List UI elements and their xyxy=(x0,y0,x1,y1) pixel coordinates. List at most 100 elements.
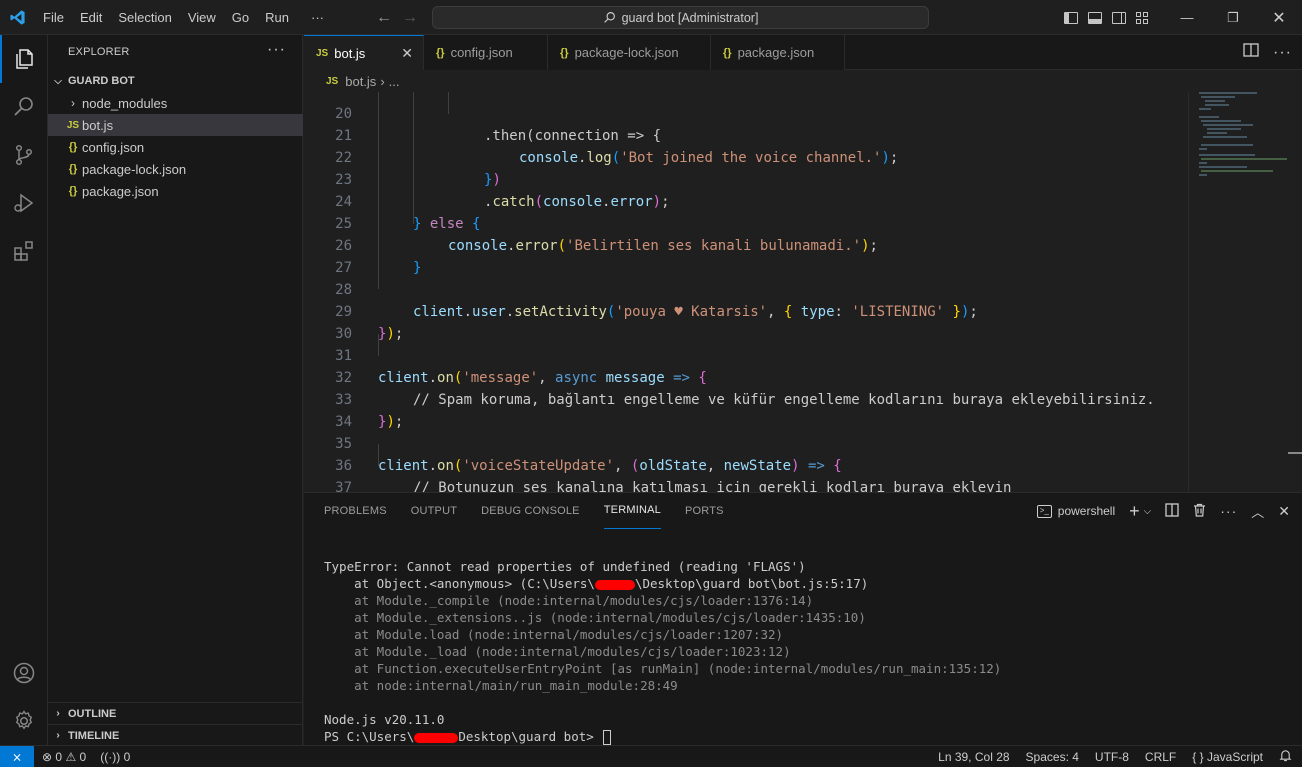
more-actions-icon[interactable]: ··· xyxy=(1220,503,1237,519)
warning-icon: ⚠ xyxy=(65,750,77,764)
tab-ports[interactable]: PORTS xyxy=(685,493,724,529)
code-line: 24 } else { xyxy=(335,194,481,232)
search-activity-icon[interactable] xyxy=(0,83,48,131)
json-file-icon: {} xyxy=(68,163,78,175)
code-line: 26 } xyxy=(335,238,422,276)
split-editor-icon[interactable] xyxy=(1243,43,1259,62)
search-icon xyxy=(603,12,615,23)
breadcrumb-separator-icon: › xyxy=(380,73,385,89)
code-line: 31 client.on('message', async message =>… xyxy=(335,348,707,386)
cursor-position[interactable]: Ln 39, Col 28 xyxy=(938,750,1009,764)
remote-indicator-icon[interactable]: ⨯ xyxy=(0,746,34,767)
encoding[interactable]: UTF-8 xyxy=(1095,750,1129,764)
tree-item-label: config.json xyxy=(82,139,145,155)
terminal-prompt[interactable]: PS C:\Users\ Desktop\guard bot> xyxy=(324,728,612,745)
terminal-line: TypeError: Cannot read properties of und… xyxy=(324,559,806,574)
json-file-icon: {} xyxy=(436,46,445,59)
toggle-primary-sidebar-icon[interactable] xyxy=(1064,11,1078,24)
forward-arrow-icon[interactable]: → xyxy=(402,9,418,27)
customize-layout-icon[interactable] xyxy=(1136,11,1150,24)
chevron-right-icon: › xyxy=(71,96,75,110)
tree-item-bot-js[interactable]: JS bot.js xyxy=(48,114,303,136)
source-control-icon[interactable] xyxy=(0,131,48,179)
menu-view[interactable]: View xyxy=(180,0,224,35)
scrollbar-thumb[interactable] xyxy=(1288,452,1302,454)
close-panel-icon[interactable]: ✕ xyxy=(1278,503,1290,520)
menu-file[interactable]: File xyxy=(35,0,72,35)
terminal-line: at Module._extensions..js (node:internal… xyxy=(324,610,866,625)
back-arrow-icon[interactable]: ← xyxy=(376,9,392,27)
activity-bar xyxy=(0,35,48,745)
toggle-secondary-sidebar-icon[interactable] xyxy=(1112,11,1126,24)
tab-debug-console[interactable]: DEBUG CONSOLE xyxy=(481,493,580,529)
menu-go[interactable]: Go xyxy=(224,0,257,35)
tree-item-node-modules[interactable]: › node_modules xyxy=(48,92,303,114)
json-file-icon: {} xyxy=(68,185,78,197)
breadcrumb-rest[interactable]: ... xyxy=(389,74,400,89)
tab-package-json[interactable]: {} package.json xyxy=(711,35,845,70)
braces-icon: { } xyxy=(1192,750,1204,764)
status-left: ⊗ 0 ⚠ 0 ((·)) 0 xyxy=(42,746,130,767)
workspace-folder[interactable]: ⌵ GUARD BOT xyxy=(48,70,302,92)
js-file-icon: JS xyxy=(66,119,80,131)
terminal-line: at Module._compile (node:internal/module… xyxy=(324,593,814,608)
tab-package-lock-json[interactable]: {} package-lock.json xyxy=(548,35,711,70)
menu-more[interactable]: ··· xyxy=(297,0,332,35)
code-line: 36 // Botunuzun ses kanalına katılması i… xyxy=(335,458,1012,492)
trash-icon[interactable] xyxy=(1193,503,1206,520)
settings-gear-icon[interactable] xyxy=(0,697,48,745)
tab-terminal[interactable]: TERMINAL xyxy=(603,493,661,529)
tab-label: package-lock.json xyxy=(574,45,679,60)
menu-run[interactable]: Run xyxy=(257,0,297,35)
tree-item-label: node_modules xyxy=(82,95,168,111)
more-actions-icon[interactable]: ··· xyxy=(1273,44,1292,62)
notifications-bell-icon[interactable] xyxy=(1279,749,1292,765)
json-file-icon: {} xyxy=(68,141,78,153)
tree-item-package-json[interactable]: {} package.json xyxy=(48,180,303,202)
code-line: 25 console.error('Belirtilen ses kanali … xyxy=(335,216,878,254)
tab-output[interactable]: OUTPUT xyxy=(411,493,457,529)
command-center-search[interactable]: guard bot [Administrator] xyxy=(432,6,929,29)
maximize-panel-icon[interactable]: ︿ xyxy=(1251,502,1264,521)
code-line: 33 }); xyxy=(335,392,404,430)
code-line: 27 xyxy=(335,260,352,276)
extensions-icon[interactable] xyxy=(0,227,48,275)
tab-config-json[interactable]: {} config.json xyxy=(424,35,548,70)
ports-status[interactable]: ((·)) 0 xyxy=(100,750,130,764)
language-mode[interactable]: { } JavaScript xyxy=(1192,750,1263,764)
close-window-icon[interactable]: ✕ xyxy=(1256,0,1302,35)
breadcrumb-file[interactable]: bot.js xyxy=(345,74,376,89)
outline-section[interactable]: › OUTLINE xyxy=(48,702,303,724)
restore-icon[interactable]: ❐ xyxy=(1210,0,1256,35)
tree-item-package-lock-json[interactable]: {} package-lock.json xyxy=(48,158,303,180)
new-terminal-plus-icon[interactable]: + xyxy=(1129,501,1140,522)
minimap[interactable] xyxy=(1188,92,1302,492)
code-line: 29 }); xyxy=(335,304,404,342)
json-file-icon: {} xyxy=(723,46,732,59)
tree-item-config-json[interactable]: {} config.json xyxy=(48,136,303,158)
end-of-line[interactable]: CRLF xyxy=(1145,750,1176,764)
menu-bar: File Edit Selection View Go Run ··· xyxy=(35,0,332,35)
toggle-panel-icon[interactable] xyxy=(1088,11,1102,24)
json-file-icon: {} xyxy=(560,46,569,59)
title-bar: File Edit Selection View Go Run ··· ← → … xyxy=(0,0,1302,35)
close-icon[interactable]: ✕ xyxy=(401,45,413,62)
tab-problems[interactable]: PROBLEMS xyxy=(324,493,387,529)
problems-status[interactable]: ⊗ 0 ⚠ 0 xyxy=(42,750,86,764)
minimize-icon[interactable]: — xyxy=(1164,0,1210,35)
timeline-section[interactable]: › TIMELINE xyxy=(48,724,303,746)
explorer-more-icon[interactable]: ··· xyxy=(267,41,286,59)
indentation[interactable]: Spaces: 4 xyxy=(1026,750,1079,764)
timeline-label: TIMELINE xyxy=(68,729,120,742)
explorer-icon[interactable] xyxy=(0,35,48,83)
code-editor[interactable]: 20 .then(connection => { 21 console.log(… xyxy=(304,92,1188,492)
js-file-icon: JS xyxy=(316,48,329,59)
split-terminal-icon[interactable] xyxy=(1165,502,1179,520)
menu-edit[interactable]: Edit xyxy=(72,0,110,35)
menu-selection[interactable]: Selection xyxy=(110,0,179,35)
chevron-down-icon[interactable]: ⌵ xyxy=(1144,506,1152,517)
accounts-icon[interactable] xyxy=(0,649,48,697)
run-and-debug-icon[interactable] xyxy=(0,179,48,227)
terminal-shell-selector[interactable]: >_ powershell xyxy=(1036,504,1115,518)
tab-bot-js[interactable]: JS bot.js ✕ xyxy=(304,35,424,71)
